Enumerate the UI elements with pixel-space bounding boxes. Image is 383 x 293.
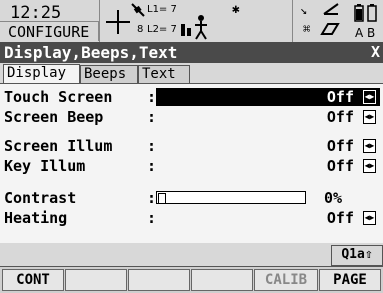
screen-illum-value[interactable]: Off bbox=[327, 136, 354, 156]
contrast-value: 0% bbox=[324, 189, 343, 207]
page-bar: Q1a⇧ bbox=[0, 243, 383, 266]
window-title-bar: Display,Beeps,Text X bbox=[0, 42, 383, 63]
separator: : bbox=[147, 137, 157, 155]
screen-beep-toggle-icon[interactable]: ◀▶ bbox=[363, 110, 376, 124]
heating-label: Heating bbox=[4, 209, 68, 227]
battery-b-icon bbox=[367, 4, 377, 22]
touch-screen-toggle-icon[interactable]: ◀▶ bbox=[363, 90, 376, 104]
key-illum-value[interactable]: Off bbox=[327, 156, 354, 176]
radio-icon: ↘ bbox=[300, 3, 308, 17]
bluetooth-icon: ✱ bbox=[232, 2, 240, 17]
settings-panel: Touch Screen : Off ◀▶ Screen Beep : Off … bbox=[0, 83, 383, 244]
touch-screen-value: Off bbox=[326, 88, 354, 106]
position-icon bbox=[104, 8, 132, 36]
battery-labels: A B bbox=[355, 26, 376, 40]
page-button[interactable]: PAGE bbox=[319, 269, 381, 291]
window-title: Display,Beeps,Text bbox=[4, 43, 178, 62]
tab-bar: Display Beeps Text bbox=[0, 63, 383, 84]
touch-screen-label: Touch Screen bbox=[4, 88, 113, 106]
heating-row: Heating : Off ◀▶ bbox=[4, 208, 380, 228]
mode-label: CONFIGURE bbox=[0, 21, 99, 41]
card-icon bbox=[320, 22, 340, 36]
key-illum-label: Key Illum bbox=[4, 157, 86, 175]
l1-count: L1= 7 bbox=[147, 4, 177, 15]
screen-beep-label: Screen Beep bbox=[4, 108, 104, 126]
divider bbox=[292, 0, 293, 42]
heating-toggle-icon[interactable]: ◀▶ bbox=[363, 211, 376, 225]
satellite-icon bbox=[130, 2, 148, 18]
touch-screen-row: Touch Screen : Off ◀▶ bbox=[4, 87, 380, 107]
l2-count: L2= 7 bbox=[147, 24, 177, 35]
screen-illum-label: Screen Illum bbox=[4, 137, 113, 155]
screen-beep-row: Screen Beep : Off ◀▶ bbox=[4, 107, 380, 127]
function-key-bar: CONT CALIB PAGE bbox=[0, 266, 383, 293]
separator: : bbox=[147, 209, 157, 227]
divider bbox=[99, 0, 100, 42]
f3-button[interactable] bbox=[128, 269, 190, 291]
separator: : bbox=[147, 108, 157, 126]
key-illum-row: Key Illum : Off ◀▶ bbox=[4, 156, 380, 176]
battery-a-icon bbox=[354, 4, 364, 22]
heating-value[interactable]: Off bbox=[327, 208, 354, 228]
tab-beeps[interactable]: Beeps bbox=[80, 65, 138, 83]
person-icon bbox=[193, 14, 209, 40]
screen-beep-value[interactable]: Off bbox=[327, 107, 354, 127]
f2-button[interactable] bbox=[65, 269, 127, 291]
contrast-row: Contrast : 0% bbox=[4, 188, 380, 208]
screen-illum-toggle-icon[interactable]: ◀▶ bbox=[363, 139, 376, 153]
antenna-icon bbox=[180, 20, 192, 36]
screen-illum-row: Screen Illum : Off ◀▶ bbox=[4, 136, 380, 156]
key-illum-toggle-icon[interactable]: ◀▶ bbox=[363, 159, 376, 173]
clock: 12:25 bbox=[10, 3, 62, 23]
cont-button[interactable]: CONT bbox=[2, 269, 64, 291]
status-bar: 12:25 CONFIGURE L1= 7 L2= 7 8 ✱ ↘ ⌘ A B bbox=[0, 0, 383, 42]
contrast-slider[interactable] bbox=[156, 191, 306, 204]
close-button[interactable]: X bbox=[371, 42, 380, 63]
contrast-slider-thumb[interactable] bbox=[158, 193, 166, 204]
memory-icon bbox=[322, 2, 340, 16]
input-mode-indicator: Q1a⇧ bbox=[331, 245, 383, 266]
link-icon: ⌘ bbox=[303, 22, 311, 36]
f4-button[interactable] bbox=[191, 269, 253, 291]
contrast-label: Contrast bbox=[4, 189, 77, 207]
tab-display[interactable]: Display bbox=[3, 64, 80, 84]
calib-button[interactable]: CALIB bbox=[254, 269, 318, 291]
tab-text[interactable]: Text bbox=[138, 65, 190, 83]
separator: : bbox=[147, 88, 157, 106]
satellite-count: 8 bbox=[137, 24, 144, 35]
separator: : bbox=[147, 189, 157, 207]
separator: : bbox=[147, 157, 157, 175]
